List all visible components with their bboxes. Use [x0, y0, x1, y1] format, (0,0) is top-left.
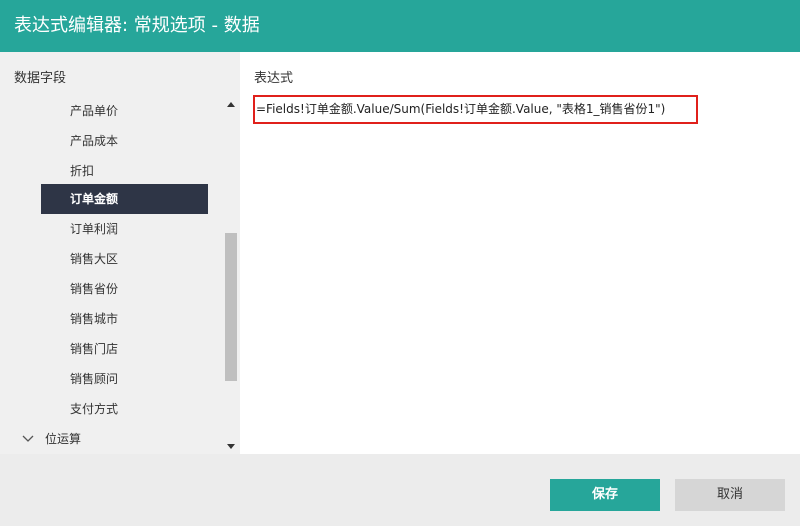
dialog-titlebar: 表达式编辑器: 常规选项 - 数据 [0, 0, 800, 52]
field-item-payment-method[interactable]: 支付方式 [41, 394, 208, 424]
field-item-unit-price[interactable]: 产品单价 [41, 96, 208, 126]
group-item-bitwise[interactable]: 位运算 [18, 424, 218, 454]
data-fields-heading: 数据字段 [14, 71, 67, 86]
chevron-down-icon [22, 435, 34, 442]
scroll-up-arrow-icon[interactable] [227, 102, 235, 107]
group-label: 位运算 [45, 432, 82, 446]
scroll-down-arrow-icon[interactable] [227, 444, 235, 449]
dialog-footer: 保存 取消 [0, 454, 800, 526]
expression-panel: 表达式 =Fields!订单金额.Value/Sum(Fields!订单金额.V… [240, 52, 800, 454]
field-list-scrollbar[interactable] [224, 96, 238, 454]
scroll-thumb[interactable] [225, 233, 237, 381]
field-item-sales-store[interactable]: 销售门店 [41, 334, 208, 364]
field-item-order-profit[interactable]: 订单利润 [41, 214, 208, 244]
field-item-sales-province[interactable]: 销售省份 [41, 274, 208, 304]
field-item-sales-advisor[interactable]: 销售顾问 [41, 364, 208, 394]
field-item-sales-region[interactable]: 销售大区 [41, 244, 208, 274]
save-button[interactable]: 保存 [550, 479, 660, 511]
field-item-discount[interactable]: 折扣 [41, 156, 208, 186]
field-item-sales-city[interactable]: 销售城市 [41, 304, 208, 334]
data-fields-panel: 数据字段 产品单价 产品成本 折扣 订单金额 订单利润 销售大区 销售省份 销售… [0, 52, 240, 454]
dialog-title: 表达式编辑器: 常规选项 - 数据 [14, 15, 260, 36]
field-list[interactable]: 产品单价 产品成本 折扣 订单金额 订单利润 销售大区 销售省份 销售城市 销售… [0, 96, 220, 454]
expression-label: 表达式 [254, 71, 294, 86]
field-item-order-amount[interactable]: 订单金额 [41, 184, 208, 214]
expression-input[interactable]: =Fields!订单金额.Value/Sum(Fields!订单金额.Value… [253, 95, 698, 124]
field-item-product-cost[interactable]: 产品成本 [41, 126, 208, 156]
cancel-button[interactable]: 取消 [675, 479, 785, 511]
